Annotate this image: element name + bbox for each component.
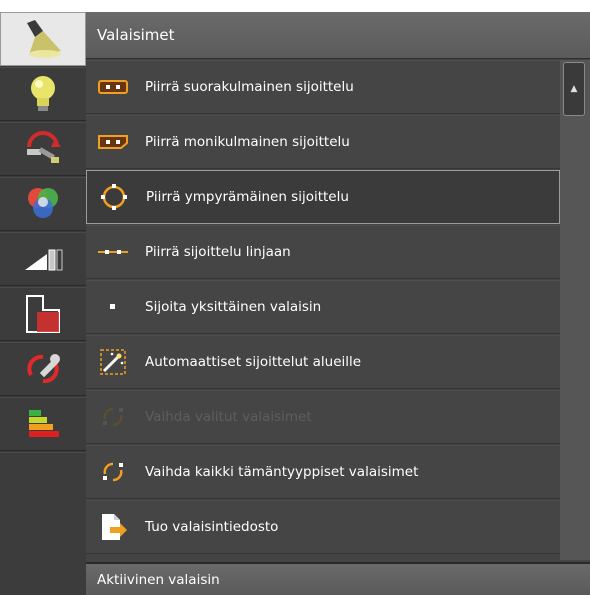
list-item-label: Automaattiset sijoittelut alueille	[145, 354, 362, 370]
list-scrollbar[interactable]: ▲	[560, 60, 590, 560]
tool-light-bulb[interactable]	[0, 67, 86, 121]
list-item-label: Piirrä sijoittelu linjaan	[145, 244, 291, 260]
toolbar-spacer	[0, 452, 86, 595]
rectangular-placement-icon	[95, 72, 131, 102]
tool-spotlight[interactable]	[0, 12, 86, 66]
tool-lamp-adjust[interactable]	[0, 122, 86, 176]
list-item-label: Sijoita yksittäinen valaisin	[145, 299, 322, 315]
polygonal-placement-icon	[95, 127, 131, 157]
tool-color-mix[interactable]	[0, 177, 86, 231]
energy-class-icon	[29, 410, 59, 437]
list-item-auto[interactable]: Automaattiset sijoittelut alueille	[86, 335, 560, 389]
replace-tools-icon	[27, 354, 60, 384]
replace-selected-icon	[95, 402, 131, 432]
list-item-polygonal[interactable]: Piirrä monikulmainen sijoittelu	[86, 115, 560, 169]
list-item-label: Vaihda kaikki tämäntyyppiset valaisimet	[145, 464, 419, 480]
circular-placement-icon	[96, 182, 132, 212]
light-bulb-icon	[31, 76, 55, 111]
tool-ramp[interactable]	[0, 232, 86, 286]
room-area-icon	[26, 295, 60, 333]
list-item-label: Vaihda valitut valaisimet	[145, 409, 312, 425]
list-item-circular[interactable]: Piirrä ympyrämäinen sijoittelu	[86, 170, 560, 224]
line-placement-icon	[95, 237, 131, 267]
tool-replace[interactable]	[0, 342, 86, 396]
list-item-rectangular[interactable]: Piirrä suorakulmainen sijoittelu	[86, 60, 560, 114]
luminaires-panel: Valaisimet Piirrä suorakulmainen sijoitt…	[86, 12, 590, 595]
active-luminaire-header: Aktiivinen valaisin	[86, 562, 590, 595]
placement-list: Piirrä suorakulmainen sijoittelu Piirrä …	[86, 60, 560, 560]
spotlight-icon	[27, 20, 61, 58]
list-item-single[interactable]: Sijoita yksittäinen valaisin	[86, 280, 560, 334]
list-item-label: Piirrä suorakulmainen sijoittelu	[145, 79, 354, 95]
list-item-label: Tuo valaisintiedosto	[145, 519, 279, 535]
replace-all-icon	[95, 457, 131, 487]
luminaires-app: Valaisimet Piirrä suorakulmainen sijoitt…	[0, 12, 590, 595]
color-mix-icon	[28, 188, 58, 218]
list-item-label: Piirrä ympyrämäinen sijoittelu	[146, 189, 349, 205]
chevron-up-icon: ▲	[570, 84, 578, 94]
panel-title: Valaisimet	[86, 12, 590, 59]
tool-room-area[interactable]	[0, 287, 86, 341]
list-item-replace-selected[interactable]: Vaihda valitut valaisimet	[86, 390, 560, 444]
left-toolbar	[0, 12, 86, 595]
auto-placement-icon	[95, 347, 131, 377]
import-file-icon	[95, 512, 131, 542]
tool-energy-class[interactable]	[0, 397, 86, 451]
lamp-adjust-icon	[27, 131, 61, 163]
list-item-line[interactable]: Piirrä sijoittelu linjaan	[86, 225, 560, 279]
list-item-replace-all[interactable]: Vaihda kaikki tämäntyyppiset valaisimet	[86, 445, 560, 499]
list-item-import[interactable]: Tuo valaisintiedosto	[86, 500, 560, 554]
list-item-label: Piirrä monikulmainen sijoittelu	[145, 134, 350, 150]
single-placement-icon	[95, 292, 131, 322]
ramp-icon	[25, 249, 63, 271]
scroll-up-button[interactable]: ▲	[563, 62, 585, 116]
